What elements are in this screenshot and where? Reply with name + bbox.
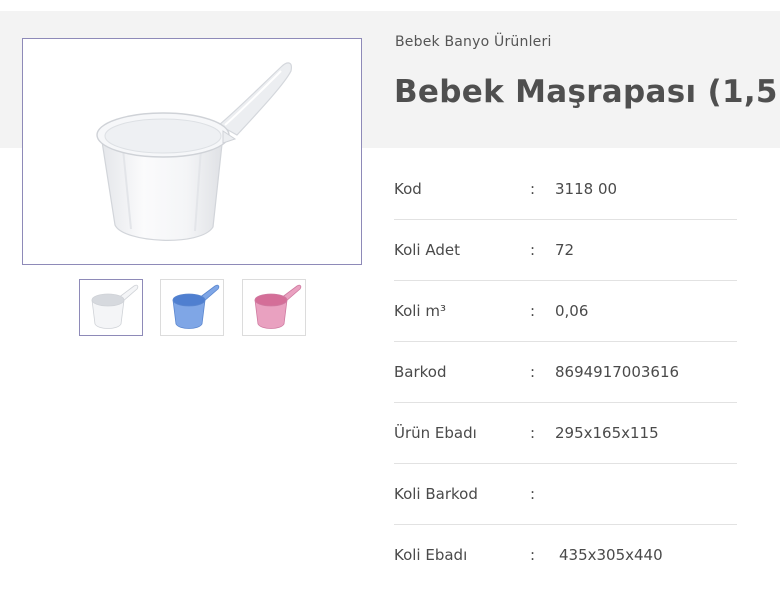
ladle-white-icon: [91, 284, 139, 329]
spec-label: Barkod: [394, 363, 447, 381]
spec-separator: :: [530, 424, 536, 442]
spec-label: Kod: [394, 180, 422, 198]
spec-row-koli-m3: Koli m³ : 0,06: [394, 281, 737, 342]
spec-label: Ürün Ebadı: [394, 424, 477, 442]
spec-value: 8694917003616: [555, 363, 680, 381]
spec-separator: :: [530, 241, 536, 259]
product-title: Bebek Maşrapası (1,5lt): [394, 74, 780, 110]
spec-table: Kod : 3118 00 Koli Adet : 72 Koli m³ : 0…: [394, 159, 737, 586]
spec-separator: :: [530, 485, 536, 503]
spec-label: Koli Adet: [394, 241, 460, 259]
spec-separator: :: [530, 546, 536, 564]
spec-value: 3118 00: [555, 180, 618, 198]
spec-row-koli-barkod: Koli Barkod :: [394, 464, 737, 525]
thumbnail-blue[interactable]: [160, 279, 224, 336]
spec-value: 295x165x115: [555, 424, 659, 442]
spec-separator: :: [530, 180, 536, 198]
spec-row-kod: Kod : 3118 00: [394, 159, 737, 220]
thumbnail-white[interactable]: [79, 279, 143, 336]
thumbnail-pink[interactable]: [242, 279, 306, 336]
spec-row-koli-adet: Koli Adet : 72: [394, 220, 737, 281]
ladle-image: [96, 62, 292, 241]
spec-value: 435x305x440: [559, 546, 663, 564]
spec-separator: :: [530, 363, 536, 381]
spec-label: Koli Ebadı: [394, 546, 468, 564]
spec-separator: :: [530, 302, 536, 320]
spec-value: 72: [555, 241, 575, 259]
main-product-image[interactable]: [22, 38, 362, 265]
ladle-pink-icon: [254, 284, 302, 329]
ladle-blue-icon: [172, 284, 220, 329]
spec-row-urun-ebadi: Ürün Ebadı : 295x165x115: [394, 403, 737, 464]
spec-label: Koli m³: [394, 302, 446, 320]
spec-label: Koli Barkod: [394, 485, 478, 503]
breadcrumb-category[interactable]: Bebek Banyo Ürünleri: [395, 34, 552, 50]
spec-row-barkod: Barkod : 8694917003616: [394, 342, 737, 403]
spec-row-koli-ebadi: Koli Ebadı : 435x305x440: [394, 525, 737, 586]
spec-value: 0,06: [555, 302, 589, 320]
